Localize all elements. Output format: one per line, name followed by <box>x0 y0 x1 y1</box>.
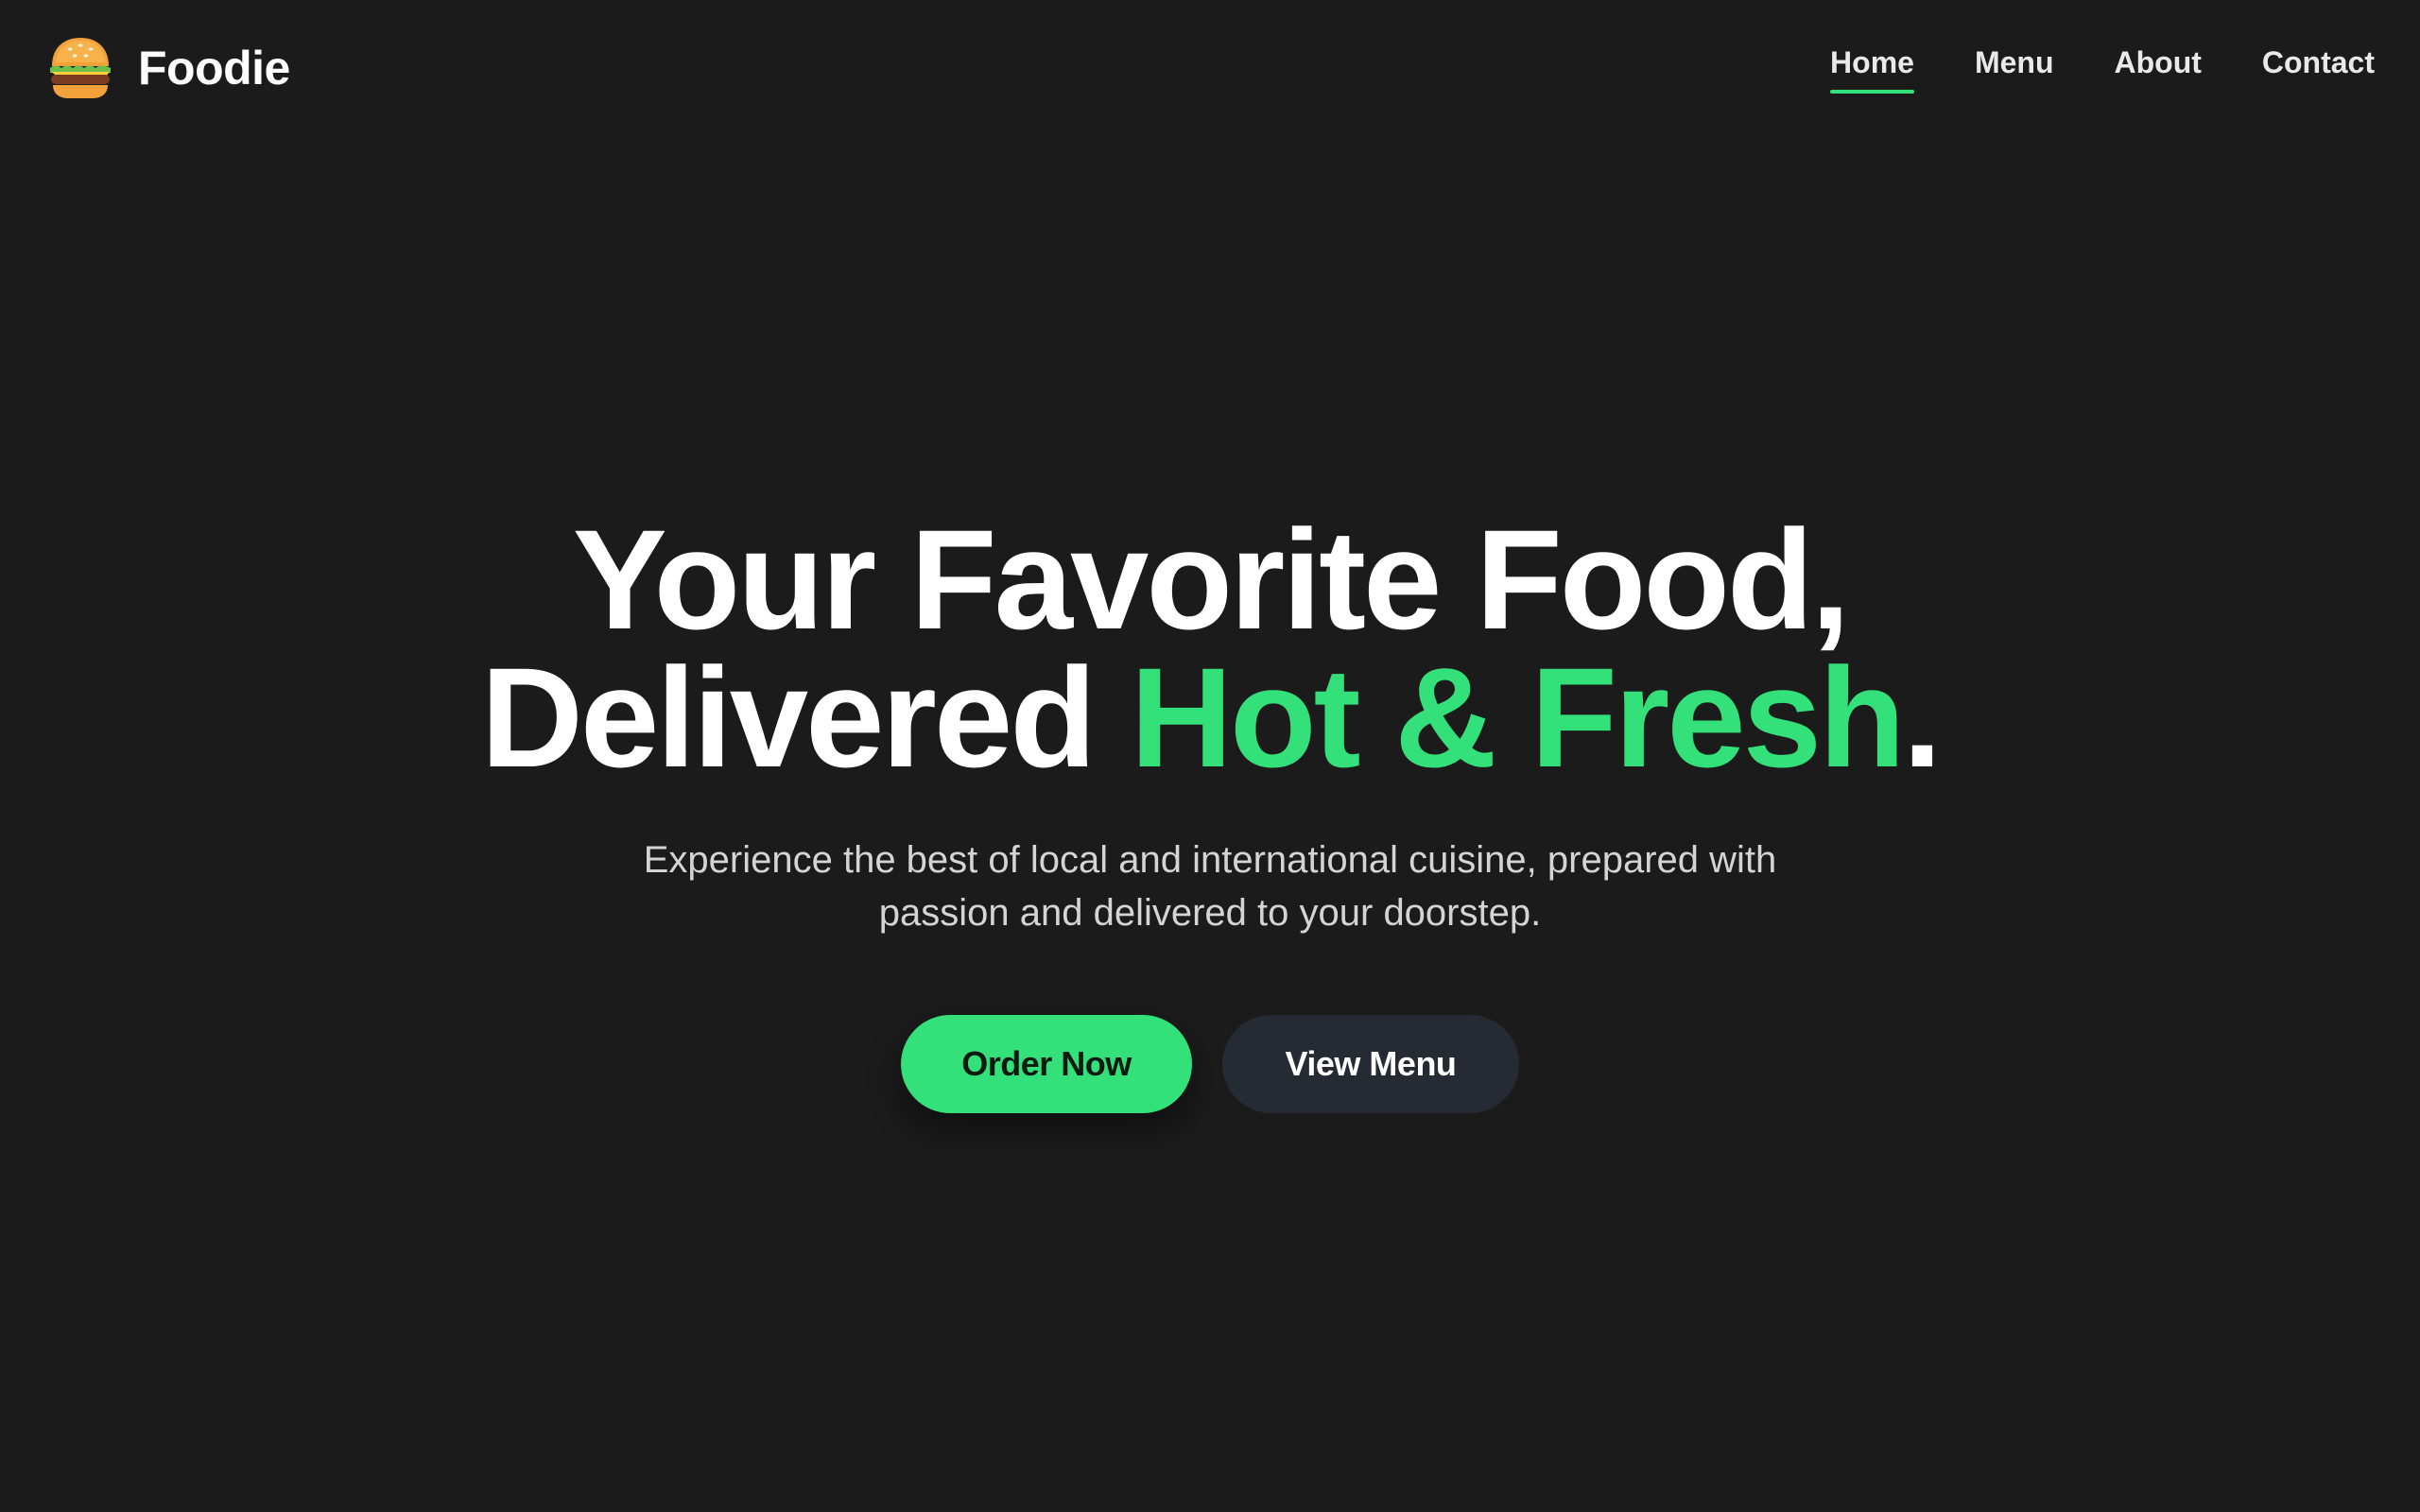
hero-section: Your Favorite Food, Delivered Hot & Fres… <box>0 508 2420 1113</box>
subtitle-line-2: passion and delivered to your doorstep. <box>878 892 1542 934</box>
nav-item-contact[interactable]: Contact <box>2262 38 2375 97</box>
nav-item-home[interactable]: Home <box>1830 38 1914 97</box>
headline-accent-text: Hot & Fresh <box>1130 638 1906 797</box>
main-nav: Home Menu About Contact <box>1830 38 2375 97</box>
headline-line-2-prefix: Delivered <box>480 638 1131 797</box>
burger-icon <box>47 34 113 102</box>
nav-item-about[interactable]: About <box>2114 38 2201 97</box>
site-header: Foodie Home Menu About Contact <box>0 0 2420 132</box>
hero-headline: Your Favorite Food, Delivered Hot & Fres… <box>0 508 2420 788</box>
headline-line-2-suffix: . <box>1902 638 1943 797</box>
view-menu-button[interactable]: View Menu <box>1222 1015 1519 1113</box>
nav-item-menu[interactable]: Menu <box>1975 38 2054 97</box>
hero-actions: Order Now View Menu <box>0 1015 2420 1113</box>
brand[interactable]: Foodie <box>47 34 290 102</box>
headline-line-1: Your Favorite Food, <box>572 500 1851 659</box>
brand-name: Foodie <box>138 42 290 94</box>
subtitle-line-1: Experience the best of local and interna… <box>643 839 1777 881</box>
hero-subtitle: Experience the best of local and interna… <box>596 833 1824 939</box>
order-now-button[interactable]: Order Now <box>901 1015 1192 1113</box>
